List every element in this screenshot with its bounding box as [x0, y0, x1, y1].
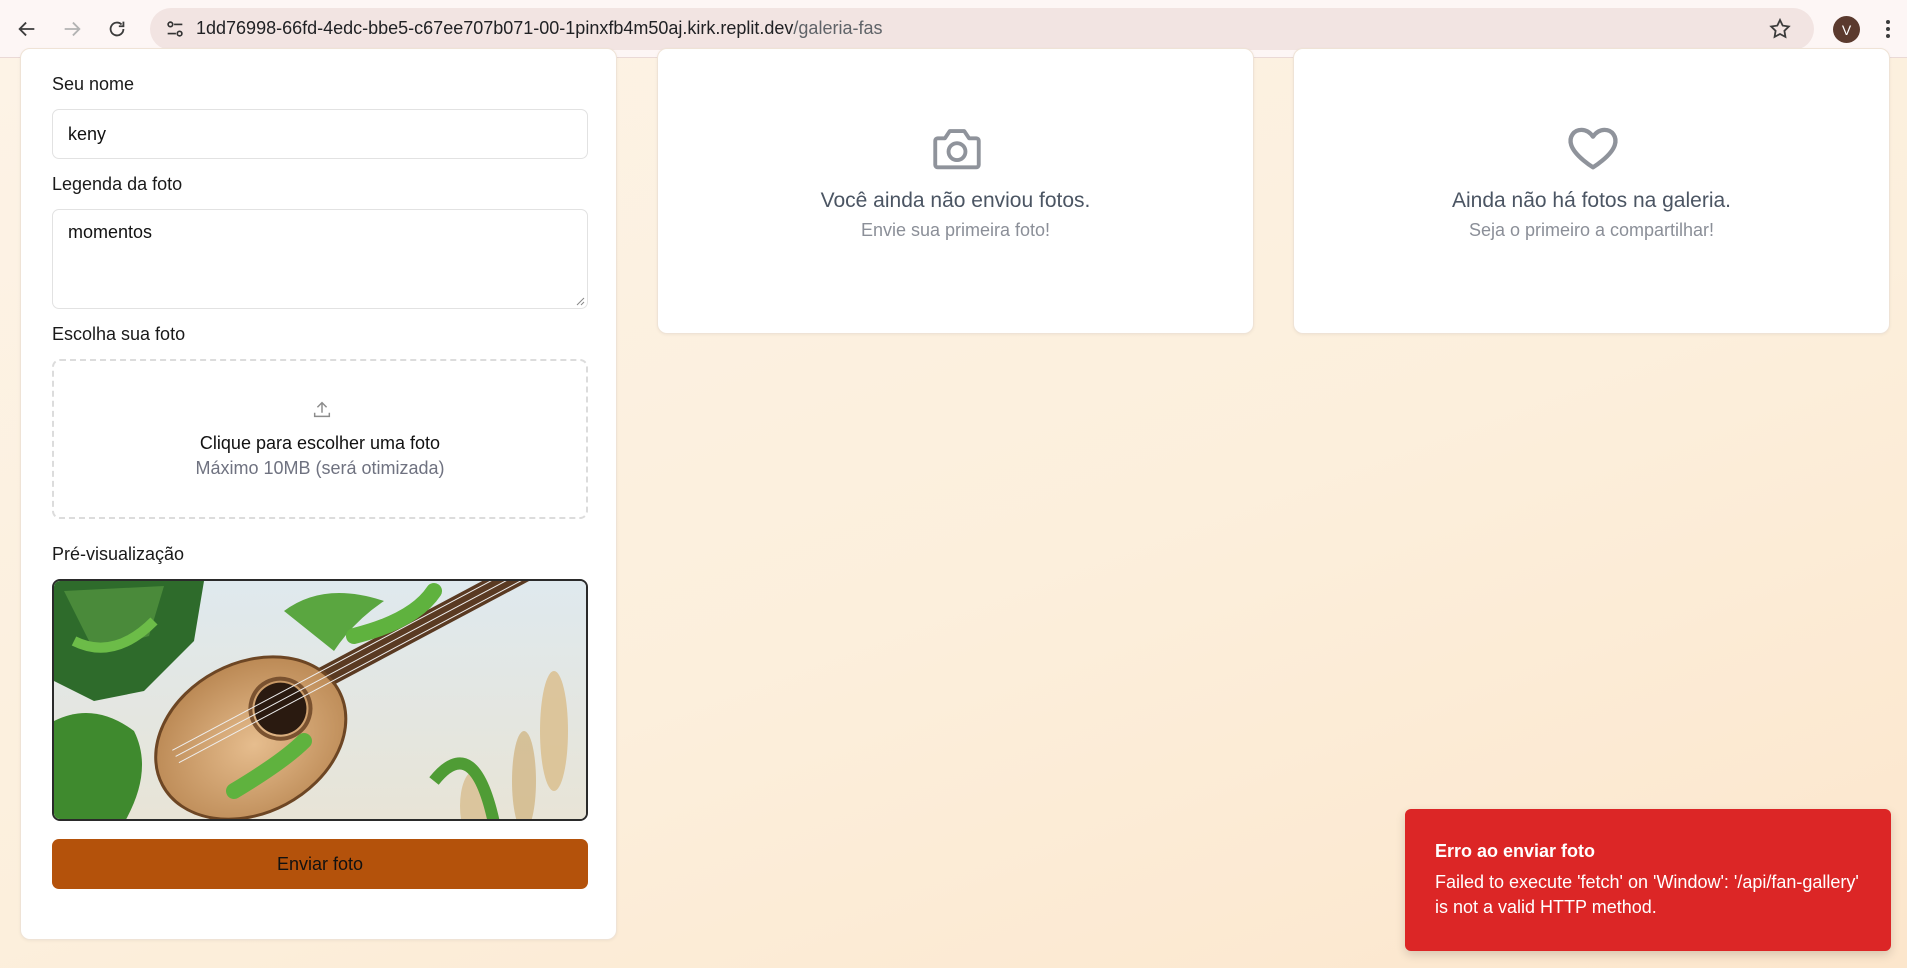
- gallery-empty-subtitle: Seja o primeiro a compartilhar!: [1468, 220, 1715, 240]
- file-label: Escolha sua foto: [52, 324, 186, 344]
- camera-icon: [933, 129, 981, 170]
- upload-form-card: Seu nome keny Legenda da foto momentos E…: [20, 48, 617, 940]
- file-dropzone[interactable]: Clique para escolher uma foto Máximo 10M…: [52, 359, 588, 519]
- preview-image: [54, 581, 586, 819]
- toast-message: Failed to execute 'fetch' on 'Window': '…: [1435, 872, 1859, 917]
- caption-label: Legenda da foto: [52, 174, 183, 194]
- profile-avatar[interactable]: V: [1833, 16, 1860, 43]
- gallery-card: Ainda não há fotos na galeria. Seja o pr…: [1293, 48, 1890, 334]
- url-text[interactable]: 1dd76998-66fd-4edc-bbe5-c67ee707b071-00-…: [196, 18, 882, 39]
- preview-label: Pré-visualização: [52, 544, 185, 564]
- my-photos-card: Você ainda não enviou fotos. Envie sua p…: [657, 48, 1254, 334]
- url-path: /galeria-fas: [793, 18, 883, 38]
- arrow-left-icon: [18, 21, 35, 37]
- resize-handle-icon[interactable]: [575, 296, 585, 306]
- heart-icon: [1568, 127, 1618, 170]
- dropzone-title: Clique para escolher uma foto: [199, 433, 441, 453]
- error-toast[interactable]: Erro ao enviar foto Failed to execute 'f…: [1405, 809, 1891, 951]
- photo-preview: [52, 579, 588, 821]
- site-settings-icon[interactable]: [164, 18, 186, 40]
- caption-textarea[interactable]: momentos: [52, 209, 588, 309]
- toast-title: Erro ao enviar foto: [1435, 841, 1596, 861]
- caption-value: momentos: [68, 222, 153, 242]
- back-button[interactable]: [10, 12, 44, 46]
- dropzone-subtitle: Máximo 10MB (será otimizada): [195, 458, 445, 478]
- my-photos-empty-subtitle: Envie sua primeira foto!: [860, 220, 1051, 240]
- address-bar[interactable]: 1dd76998-66fd-4edc-bbe5-c67ee707b071-00-…: [150, 8, 1814, 50]
- submit-photo-button[interactable]: Enviar foto: [52, 839, 588, 889]
- name-input[interactable]: keny: [52, 109, 588, 159]
- url-host: 1dd76998-66fd-4edc-bbe5-c67ee707b071-00-…: [196, 18, 794, 38]
- gallery-empty-title: Ainda não há fotos na galeria.: [1451, 189, 1732, 212]
- reload-icon: [109, 21, 125, 37]
- upload-icon: [313, 401, 331, 418]
- bookmark-star-icon[interactable]: [1768, 17, 1792, 41]
- page-content: Seu nome keny Legenda da foto momentos E…: [0, 48, 1907, 968]
- name-label: Seu nome: [52, 74, 135, 94]
- arrow-right-icon: [64, 21, 81, 37]
- forward-button[interactable]: [55, 12, 89, 46]
- my-photos-empty-title: Você ainda não enviou fotos.: [820, 189, 1091, 212]
- browser-menu-icon[interactable]: [1884, 17, 1892, 41]
- reload-button[interactable]: [100, 12, 134, 46]
